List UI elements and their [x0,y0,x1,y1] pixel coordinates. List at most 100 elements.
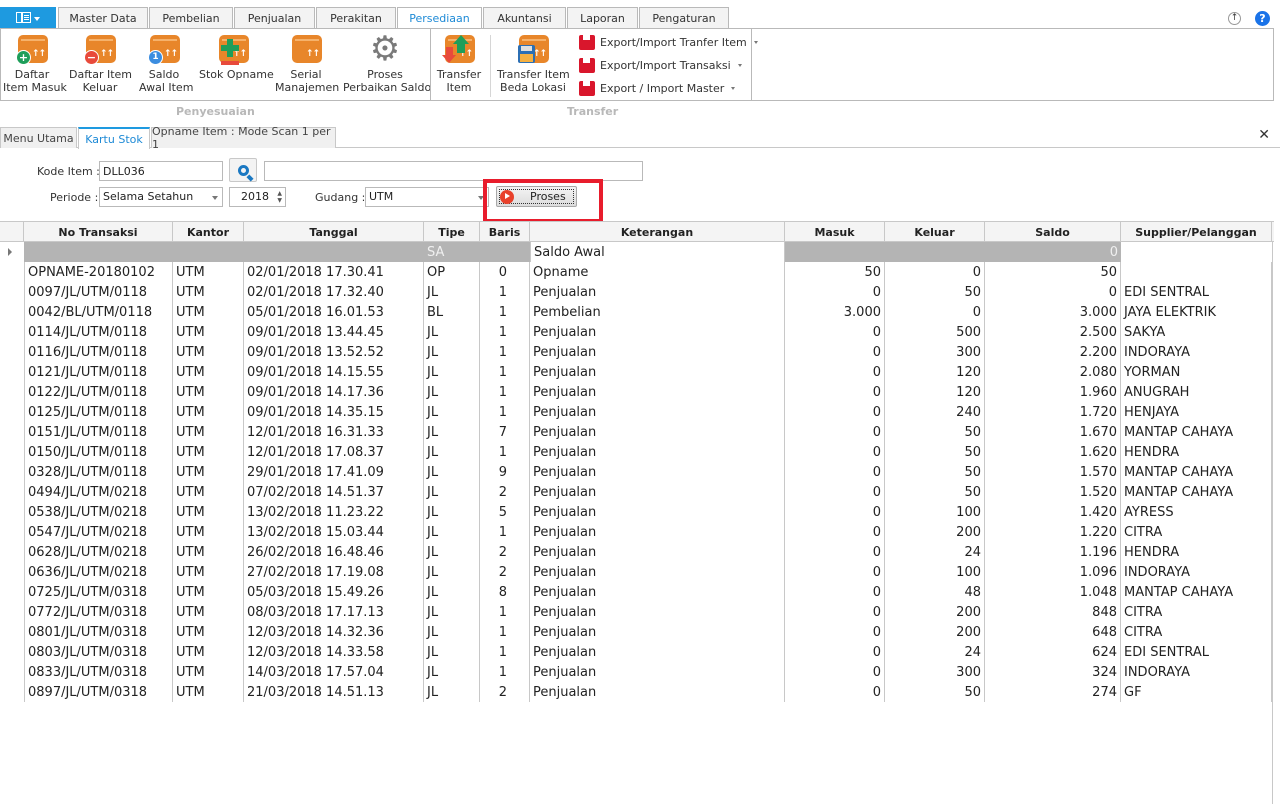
item-name-field[interactable] [264,161,643,181]
table-row[interactable]: 0628/JL/UTM/0218 UTM 26/02/2018 16.48.46… [0,542,1274,562]
chevron-down-icon [34,16,40,21]
column-header-keluar[interactable]: Keluar [885,222,985,242]
tab-master-data[interactable]: Master Data [58,7,148,28]
table-row[interactable]: 0114/JL/UTM/0118 UTM 09/01/2018 13.44.45… [0,322,1274,342]
button-label: Item Masuk [3,81,67,94]
separator [490,35,491,97]
column-header-saldo[interactable]: Saldo [985,222,1121,242]
table-row[interactable]: 0150/JL/UTM/0118 UTM 12/01/2018 17.08.37… [0,442,1274,462]
kode-item-input[interactable] [99,161,223,181]
table-row[interactable]: 0803/JL/UTM/0318 UTM 12/03/2018 14.33.58… [0,642,1274,662]
box-remove-icon: − [84,33,116,65]
table-row[interactable]: 0116/JL/UTM/0118 UTM 09/01/2018 13.52.52… [0,342,1274,362]
proses-perbaikan-saldo-button[interactable]: ⚙ Proses Perbaikan Saldo [343,32,431,94]
saldo-awal-item-button[interactable]: 1 Saldo Awal Item [139,33,193,94]
cell-supplier-pelanggan: CITRA [1121,522,1272,542]
tab-pembelian[interactable]: Pembelian [149,7,233,28]
button-label: Manajemen [275,81,340,94]
saldo-awal-row[interactable]: SA Saldo Awal 0 [0,242,1274,262]
table-row[interactable]: 0121/JL/UTM/0118 UTM 09/01/2018 14.15.55… [0,362,1274,382]
table-row[interactable]: 0897/JL/UTM/0318 UTM 21/03/2018 14.51.13… [0,682,1274,702]
search-button[interactable] [229,158,257,182]
gudang-select[interactable]: UTM [365,187,489,207]
proses-label: Proses [530,190,566,203]
serial-manajemen-button[interactable]: Serial Manajemen [275,33,340,94]
tab-penjualan[interactable]: Penjualan [234,7,315,28]
table-row[interactable]: OPNAME-20180102 UTM 02/01/2018 17.30.41 … [0,262,1274,282]
tab-perakitan[interactable]: Perakitan [316,7,396,28]
column-header-keterangan[interactable]: Keterangan [530,222,785,242]
column-header-baris[interactable]: Baris [480,222,530,242]
year-stepper[interactable]: 2018 ▲ ▼ [229,187,286,207]
doc-tab-opname-item[interactable]: Opname Item : Mode Scan 1 per 1 [151,125,336,151]
periode-value: Selama Setahun [103,190,194,203]
cell-keluar: 0 [885,302,985,322]
table-row[interactable]: 0328/JL/UTM/0118 UTM 29/01/2018 17.41.09… [0,462,1274,482]
cell-keluar: 100 [885,562,985,582]
collapse-ribbon-icon[interactable]: ↑ [1228,12,1241,25]
cell-masuk: 0 [785,542,885,562]
table-row[interactable]: 0538/JL/UTM/0218 UTM 13/02/2018 11.23.22… [0,502,1274,522]
export-import-transfer-item-button[interactable]: Export/Import Tranfer Item [579,33,758,51]
help-icon[interactable]: ? [1255,11,1270,26]
column-header-tipe[interactable]: Tipe [424,222,480,242]
table-row[interactable]: 0125/JL/UTM/0118 UTM 09/01/2018 14.35.15… [0,402,1274,422]
column-header-supplier-pelanggan[interactable]: Supplier/Pelanggan [1121,222,1272,242]
column-header-kantor[interactable]: Kantor [173,222,244,242]
periode-select[interactable]: Selama Setahun [99,187,223,207]
export-import-transaksi-button[interactable]: Export/Import Transaksi [579,56,742,74]
column-header-no-transaksi[interactable]: No Transaksi [24,222,173,242]
daftar-item-keluar-button[interactable]: − Daftar Item Keluar [69,33,132,94]
tab-persediaan[interactable]: Persediaan [397,7,482,29]
tab-pengaturan[interactable]: Pengaturan [639,7,729,28]
cell-tanggal: 09/01/2018 13.52.52 [244,342,424,362]
cell-no-transaksi: 0636/JL/UTM/0218 [24,562,173,582]
doc-tab-kartu-stok[interactable]: Kartu Stok [78,127,150,149]
cell-supplier-pelanggan [1121,262,1272,282]
cell-tipe: JL [424,602,480,622]
cell-keterangan: Penjualan [530,362,785,382]
table-row[interactable]: 0801/JL/UTM/0318 UTM 12/03/2018 14.32.36… [0,622,1274,642]
cell-keluar: 50 [885,482,985,502]
column-header-tanggal[interactable]: Tanggal [244,222,424,242]
table-row[interactable]: 0494/JL/UTM/0218 UTM 07/02/2018 14.51.37… [0,482,1274,502]
cell-tipe: JL [424,562,480,582]
table-row[interactable]: 0772/JL/UTM/0318 UTM 08/03/2018 17.17.13… [0,602,1274,622]
cell-tipe: JL [424,622,480,642]
column-header-masuk[interactable]: Masuk [785,222,885,242]
table-row[interactable]: 0151/JL/UTM/0118 UTM 12/01/2018 16.31.33… [0,422,1274,442]
cell-kantor: UTM [173,302,244,322]
app-menu-button[interactable] [0,7,56,28]
table-row[interactable]: 0833/JL/UTM/0318 UTM 14/03/2018 17.57.04… [0,662,1274,682]
transfer-item-button[interactable]: Transfer Item [435,33,483,94]
cell-kantor: UTM [173,622,244,642]
cell-saldo: 1.220 [985,522,1121,542]
spin-arrows-icon[interactable]: ▲ ▼ [277,190,282,204]
close-icon[interactable]: ✕ [1258,127,1270,143]
table-row[interactable]: 0636/JL/UTM/0218 UTM 27/02/2018 17.19.08… [0,562,1274,582]
cell-no-transaksi: 0897/JL/UTM/0318 [24,682,173,702]
cell-kantor: UTM [173,642,244,662]
table-row[interactable]: 0725/JL/UTM/0318 UTM 05/03/2018 15.49.26… [0,582,1274,602]
table-row[interactable]: 0097/JL/UTM/0118 UTM 02/01/2018 17.32.40… [0,282,1274,302]
daftar-item-masuk-button[interactable]: + Daftar Item Masuk [3,33,67,94]
table-row[interactable]: 0547/JL/UTM/0218 UTM 13/02/2018 15.03.44… [0,522,1274,542]
cell-saldo: 1.196 [985,542,1121,562]
stok-opname-button[interactable]: Stok Opname [199,33,274,81]
cell-tipe: JL [424,362,480,382]
proses-button[interactable]: Proses [496,186,577,207]
cell-keluar: 24 [885,642,985,662]
cell-tanggal: 09/01/2018 14.35.15 [244,402,424,422]
table-row[interactable]: 0122/JL/UTM/0118 UTM 09/01/2018 14.17.36… [0,382,1274,402]
cell-kantor: UTM [173,682,244,702]
doc-tab-menu-utama[interactable]: Menu Utama [0,127,77,148]
save-icon [579,80,595,96]
cell-keluar: 300 [885,662,985,682]
export-import-master-button[interactable]: Export / Import Master [579,79,736,97]
cell-masuk: 0 [785,402,885,422]
cell-supplier-pelanggan: SAKYA [1121,322,1272,342]
transfer-item-beda-lokasi-button[interactable]: Transfer Item Beda Lokasi [497,33,570,94]
tab-akuntansi[interactable]: Akuntansi [483,7,566,28]
tab-laporan[interactable]: Laporan [567,7,638,28]
table-row[interactable]: 0042/BL/UTM/0118 UTM 05/01/2018 16.01.53… [0,302,1274,322]
